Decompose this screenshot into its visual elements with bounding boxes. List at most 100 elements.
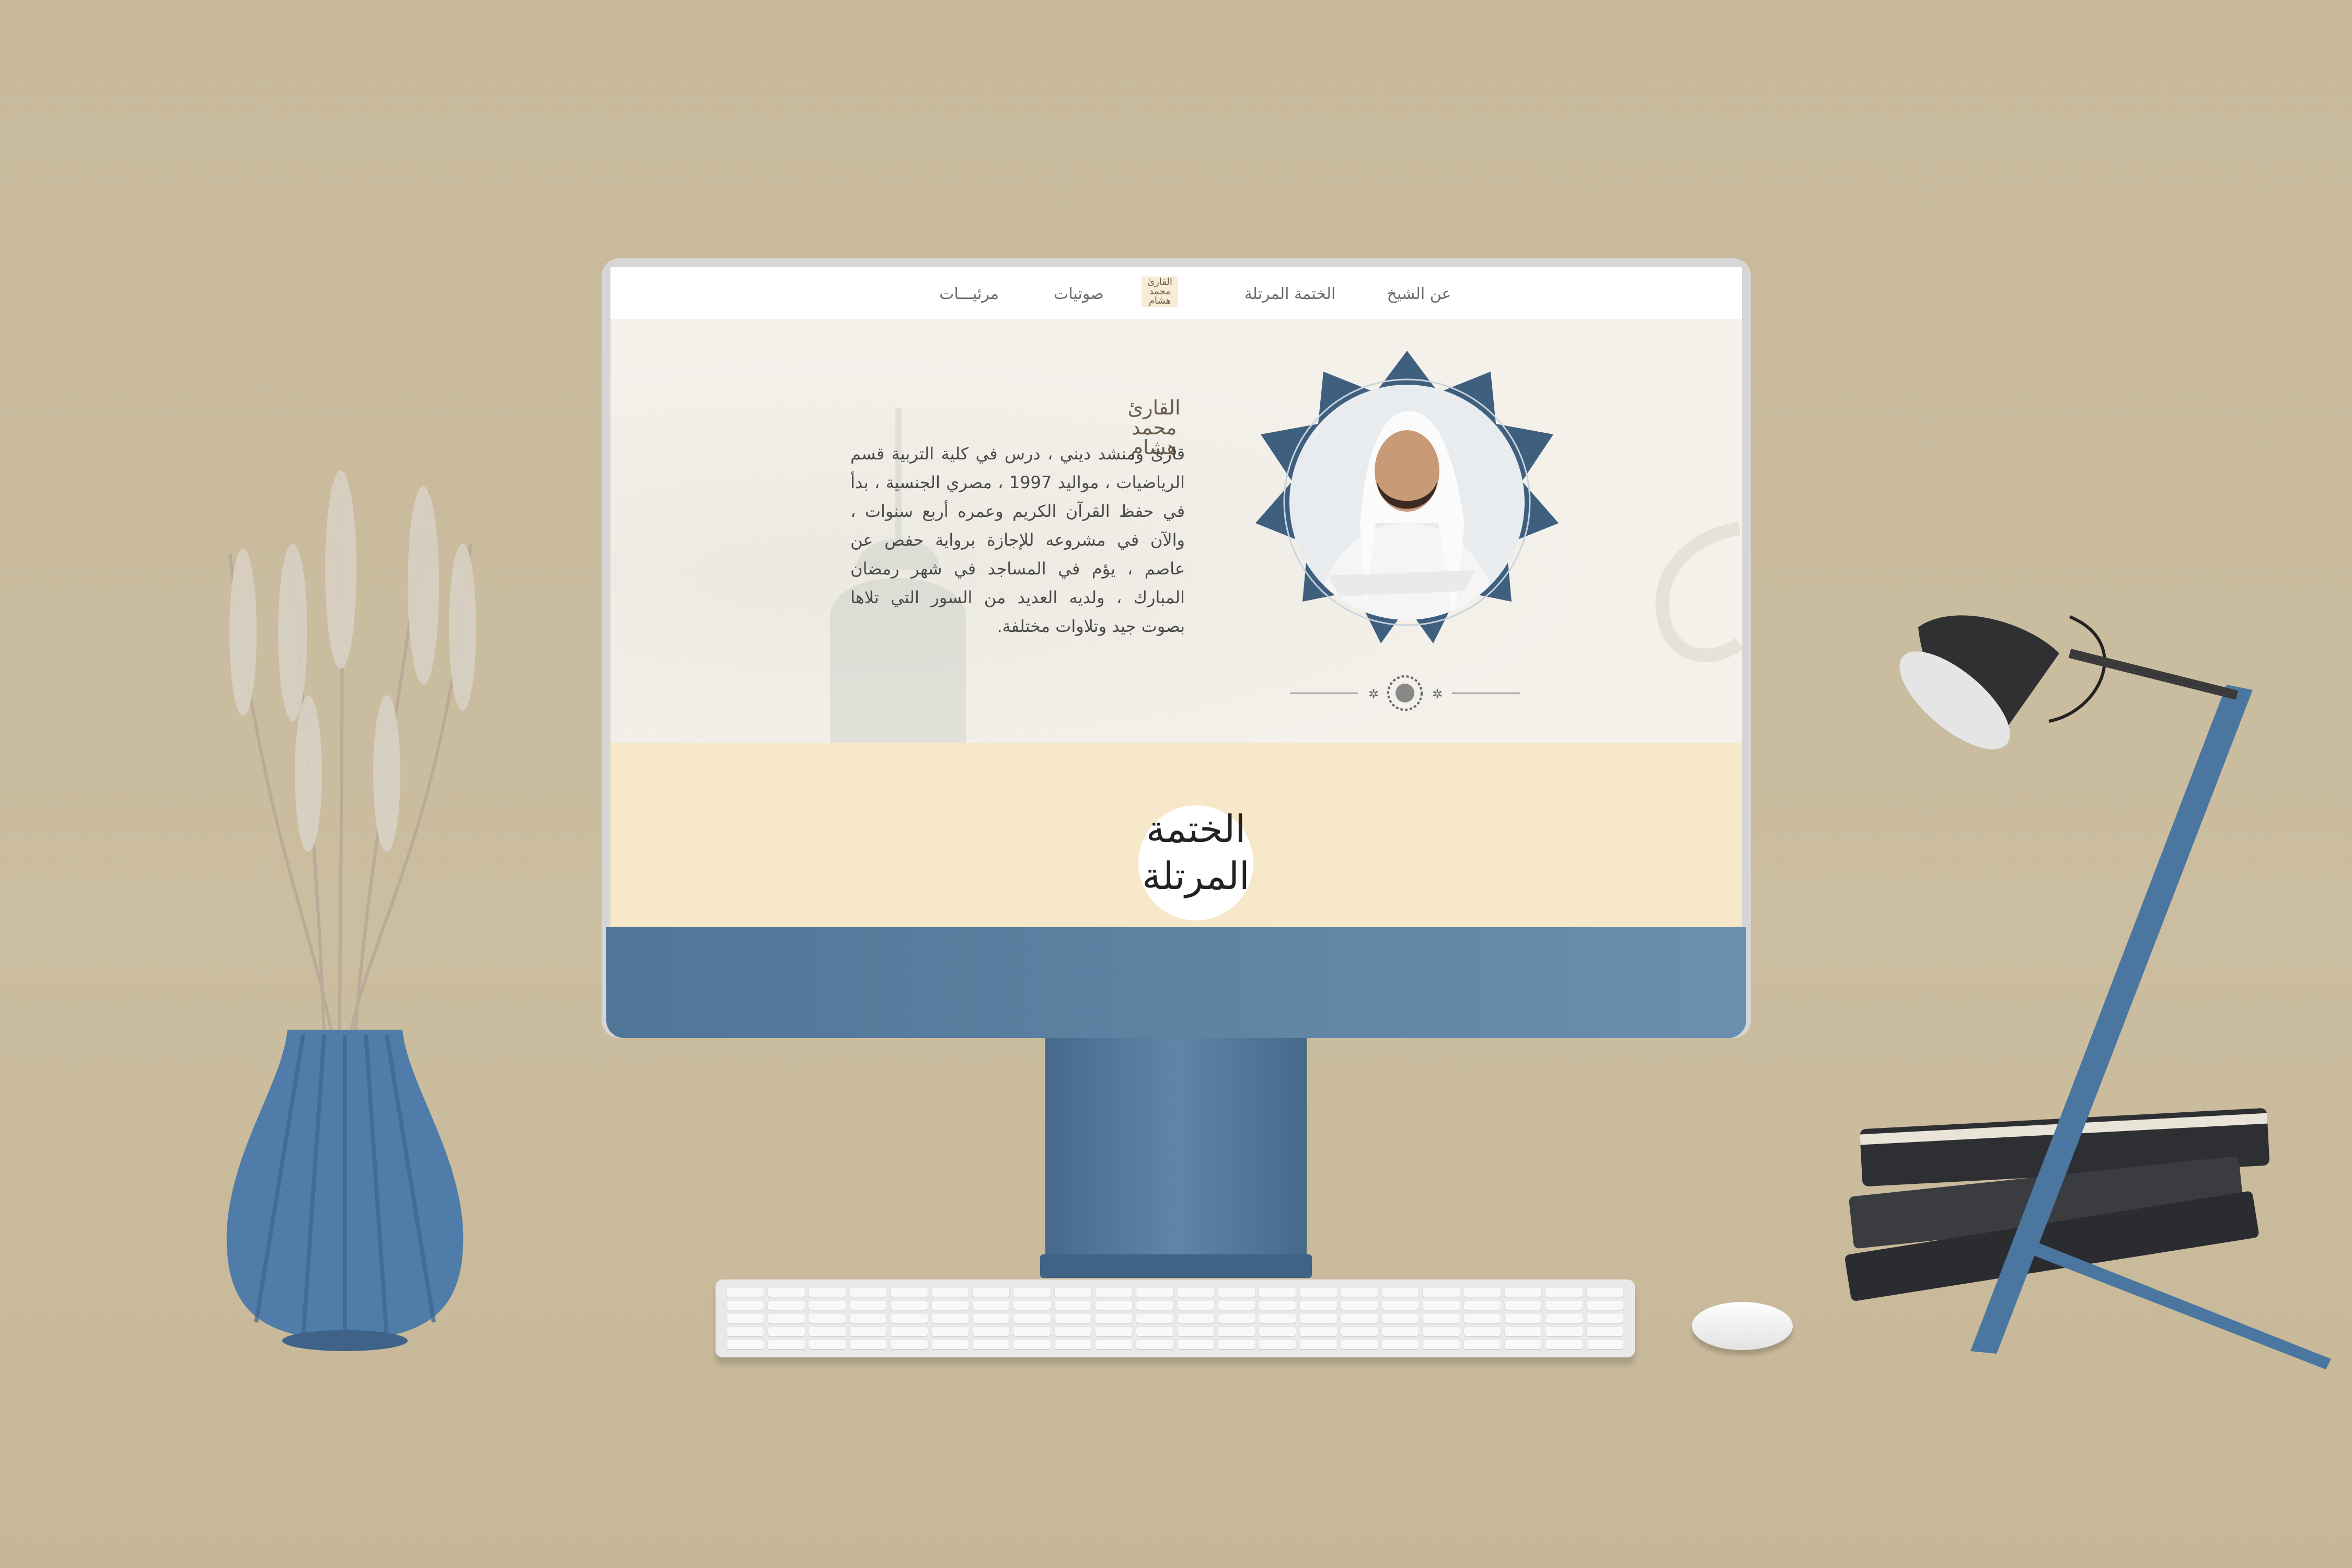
- keyboard-key: [1341, 1327, 1378, 1336]
- keyboard-key: [1382, 1288, 1419, 1297]
- keyboard-key: [1300, 1314, 1337, 1323]
- keyboard-key: [1423, 1301, 1460, 1310]
- keyboard-key: [1586, 1314, 1623, 1323]
- keyboard-key: [727, 1327, 764, 1336]
- keyboard: for(let i=0;i<110;i++){document.write('<…: [716, 1279, 1635, 1357]
- keyboard-key: [1136, 1314, 1173, 1323]
- keyboard-key: [1259, 1327, 1296, 1336]
- vase-with-dried-plants: [226, 470, 476, 1351]
- keyboard-key: [1341, 1314, 1378, 1323]
- keyboard-key: [1095, 1327, 1133, 1336]
- keyboard-key: [1463, 1327, 1501, 1336]
- keyboard-key: [1136, 1288, 1173, 1297]
- keyboard-key: [1505, 1288, 1542, 1297]
- keyboard-key: [727, 1314, 764, 1323]
- keyboard-key: [1546, 1288, 1583, 1297]
- keyboard-key: [809, 1301, 846, 1310]
- mouse: [1692, 1302, 1793, 1350]
- profile-photo: [1255, 351, 1559, 643]
- keyboard-key: [931, 1314, 969, 1323]
- keyboard-key: [809, 1340, 846, 1349]
- keyboard-key: [1177, 1301, 1214, 1310]
- keyboard-key: [1423, 1314, 1460, 1323]
- keyboard-key: [1218, 1327, 1255, 1336]
- keyboard-key: [1177, 1327, 1214, 1336]
- keyboard-key: [1423, 1327, 1460, 1336]
- keyboard-key: [1586, 1301, 1623, 1310]
- ornamental-divider: ✲ ✲: [1290, 675, 1520, 711]
- keyboard-key: [1463, 1340, 1501, 1349]
- nav-logo[interactable]: القارئ محمد هشام: [1142, 276, 1178, 307]
- keyboard-key: [972, 1314, 1010, 1323]
- keyboard-key: [1095, 1340, 1133, 1349]
- keyboard-key: [1505, 1340, 1542, 1349]
- keyboard-key: [1054, 1327, 1091, 1336]
- nav-item-audio[interactable]: صوتيات: [1054, 285, 1104, 303]
- keyboard-key: [1177, 1340, 1214, 1349]
- keyboard-key: [972, 1288, 1010, 1297]
- keyboard-key: [1300, 1340, 1337, 1349]
- keyboard-key: [891, 1314, 928, 1323]
- keyboard-key: [1546, 1314, 1583, 1323]
- monitor-chin: [606, 927, 1746, 1038]
- keyboard-key: [972, 1327, 1010, 1336]
- nav-item-khatma[interactable]: الختمة المرتلة: [1244, 285, 1336, 303]
- nav-item-about[interactable]: عن الشيخ: [1387, 285, 1451, 303]
- keyboard-key: [1463, 1288, 1501, 1297]
- keyboard-key: [1095, 1301, 1133, 1310]
- keyboard-key: [1013, 1340, 1051, 1349]
- keyboard-key: [972, 1340, 1010, 1349]
- svg-text:✲: ✲: [1432, 687, 1443, 701]
- keyboard-key: [1136, 1301, 1173, 1310]
- keyboard-key: [1218, 1288, 1255, 1297]
- keyboard-key: [1054, 1301, 1091, 1310]
- keyboard-key: [1095, 1314, 1133, 1323]
- keyboard-key: [1463, 1301, 1501, 1310]
- keyboard-key: [849, 1327, 887, 1336]
- keyboard-key: [1136, 1340, 1173, 1349]
- keyboard-key: [1463, 1314, 1501, 1323]
- keyboard-key: [809, 1327, 846, 1336]
- ornament-watermark: [1655, 522, 1742, 662]
- keyboard-key: [1423, 1340, 1460, 1349]
- keyboard-key: [891, 1327, 928, 1336]
- keyboard-key: [809, 1314, 846, 1323]
- keyboard-key: [849, 1288, 887, 1297]
- khatma-section: الختمة المرتلة: [610, 743, 1742, 927]
- keyboard-key: [768, 1288, 805, 1297]
- keyboard-key: [849, 1340, 887, 1349]
- website-screen: عن الشيخ الختمة المرتلة القارئ محمد هشام…: [610, 267, 1742, 927]
- keyboard-key: [1013, 1327, 1051, 1336]
- keyboard-key: [1341, 1301, 1378, 1310]
- keyboard-key: [849, 1314, 887, 1323]
- keyboard-key: [1013, 1288, 1051, 1297]
- keyboard-key: [1259, 1288, 1296, 1297]
- keyboard-key: [768, 1327, 805, 1336]
- keyboard-key: [1546, 1301, 1583, 1310]
- keyboard-key: [1300, 1301, 1337, 1310]
- keyboard-key: [1013, 1314, 1051, 1323]
- keyboard-key: [768, 1314, 805, 1323]
- keyboard-key: [1341, 1288, 1378, 1297]
- keyboard-key: [1259, 1340, 1296, 1349]
- keyboard-key: [1505, 1327, 1542, 1336]
- keyboard-key: [931, 1288, 969, 1297]
- keyboard-key: [1382, 1340, 1419, 1349]
- top-navigation: عن الشيخ الختمة المرتلة القارئ محمد هشام…: [610, 267, 1742, 319]
- keyboard-key: [1382, 1301, 1419, 1310]
- keyboard-key: [891, 1340, 928, 1349]
- keyboard-key: [768, 1340, 805, 1349]
- keyboard-key: [1382, 1327, 1419, 1336]
- keyboard-key: [849, 1301, 887, 1310]
- keyboard-key: [931, 1327, 969, 1336]
- keyboard-key: [1218, 1301, 1255, 1310]
- keyboard-key: [931, 1301, 969, 1310]
- keyboard-key: [1259, 1301, 1296, 1310]
- keyboard-key: [1423, 1288, 1460, 1297]
- monitor-stand-base: [1040, 1254, 1312, 1278]
- keyboard-key: [1300, 1288, 1337, 1297]
- hero-section: القارئ محمد هشام قارئ ومنشد ديني ، درس ف…: [610, 319, 1742, 743]
- nav-item-videos[interactable]: مرئيـــات: [939, 285, 999, 303]
- keyboard-key: [1546, 1340, 1583, 1349]
- keyboard-key: [1300, 1327, 1337, 1336]
